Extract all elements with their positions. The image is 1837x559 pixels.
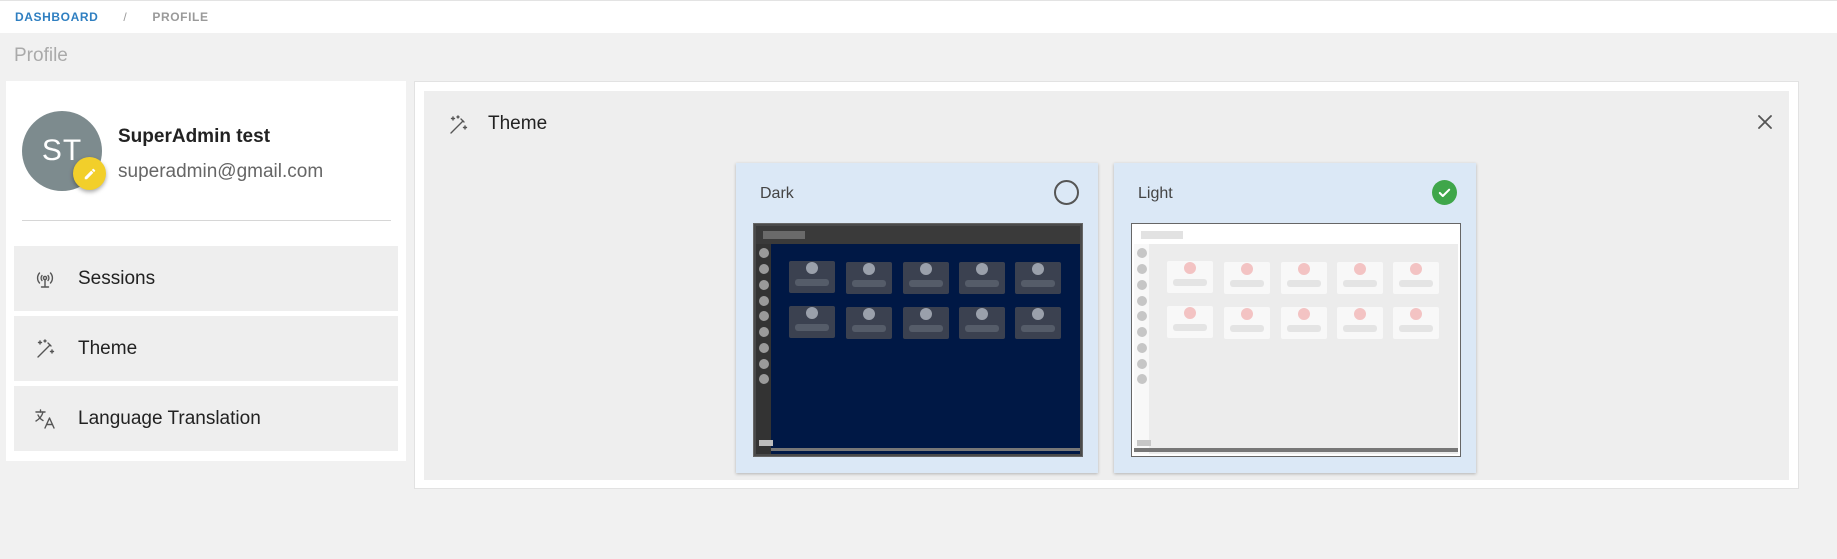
magic-wand-icon bbox=[446, 113, 470, 137]
divider bbox=[22, 220, 391, 221]
theme-section-title: Theme bbox=[488, 113, 548, 134]
user-name: SuperAdmin test bbox=[118, 126, 271, 147]
theme-section: Theme Dark Light bbox=[424, 91, 1789, 480]
breadcrumb-dashboard-link[interactable]: DASHBOARD bbox=[15, 10, 98, 24]
check-circle-icon[interactable] bbox=[1432, 180, 1457, 205]
page-title: Profile bbox=[14, 45, 68, 66]
close-icon[interactable] bbox=[1752, 109, 1778, 135]
profile-menu: Sessions Theme Language Translation bbox=[14, 246, 398, 456]
breadcrumb-current: PROFILE bbox=[152, 10, 209, 24]
menu-item-label: Sessions bbox=[78, 267, 156, 289]
breadcrumb: DASHBOARD / PROFILE bbox=[0, 0, 1837, 33]
magic-wand-icon bbox=[32, 336, 58, 362]
menu-item-sessions[interactable]: Sessions bbox=[14, 246, 398, 311]
light-theme-preview bbox=[1131, 223, 1461, 457]
broadcast-icon bbox=[32, 266, 58, 292]
radio-unselected-icon[interactable] bbox=[1054, 180, 1079, 205]
dark-theme-preview bbox=[753, 223, 1083, 457]
pencil-icon[interactable] bbox=[73, 157, 106, 190]
theme-option-light[interactable]: Light bbox=[1114, 163, 1476, 473]
breadcrumb-separator: / bbox=[123, 10, 128, 24]
user-email: superadmin@gmail.com bbox=[118, 161, 324, 182]
menu-item-label: Theme bbox=[78, 337, 138, 359]
content-panel: Theme Dark Light bbox=[414, 81, 1799, 489]
theme-option-label: Light bbox=[1138, 185, 1173, 202]
translate-icon bbox=[32, 406, 58, 432]
profile-panel: ST SuperAdmin test superadmin@gmail.com … bbox=[6, 81, 406, 461]
menu-item-theme[interactable]: Theme bbox=[14, 316, 398, 381]
theme-option-dark[interactable]: Dark bbox=[736, 163, 1098, 473]
menu-item-language-translation[interactable]: Language Translation bbox=[14, 386, 398, 451]
theme-option-label: Dark bbox=[760, 185, 794, 202]
menu-item-label: Language Translation bbox=[78, 407, 261, 429]
